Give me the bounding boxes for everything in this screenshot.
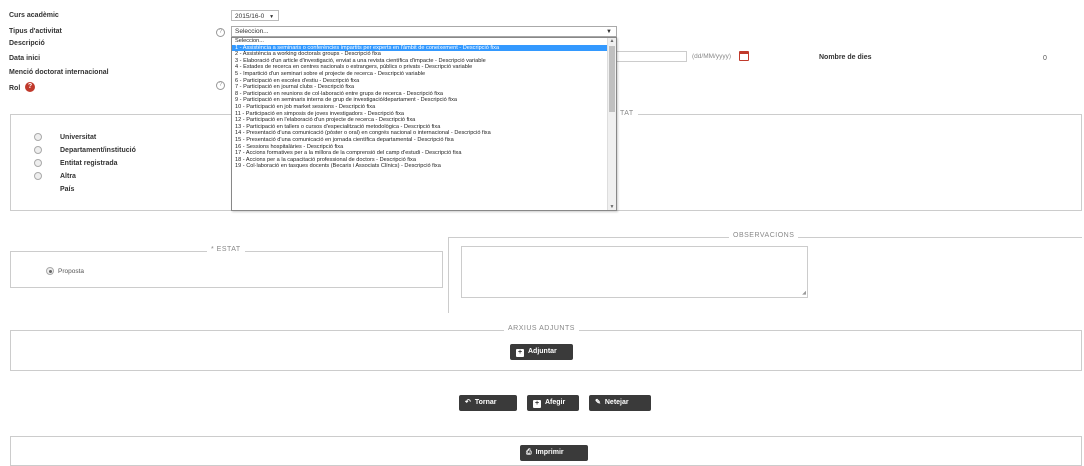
option-altra: Altra xyxy=(60,173,76,180)
date-format-hint: (dd/MM/yyyy) xyxy=(692,53,731,60)
radio-proposta[interactable] xyxy=(46,267,54,275)
mencio-label: Menció doctorat internacional xyxy=(9,69,109,76)
dropdown-option[interactable]: 9 - Participació en seminaris interns de… xyxy=(232,97,616,104)
dropdown-option[interactable]: 17 - Accions formatives per a la millora… xyxy=(232,150,616,157)
dropdown-option[interactable]: 13 - Participació en tallers o cursos d'… xyxy=(232,124,616,131)
scrollbar[interactable]: ▲ ▼ xyxy=(607,38,616,210)
dropdown-option[interactable]: 6 - Participació en escoles d'estiu - De… xyxy=(232,78,616,85)
printer-icon: ⎙ xyxy=(526,449,532,456)
afegir-button[interactable]: + Afegir xyxy=(527,395,579,411)
nombre-dies-value: 0 xyxy=(1043,55,1047,62)
resize-grip-icon[interactable]: ◢ xyxy=(802,290,806,296)
tipus-value: Seleccion... xyxy=(235,28,269,35)
plus-icon: + xyxy=(516,349,524,357)
data-inici-label: Data inici xyxy=(9,55,41,62)
entitat-legend: TAT xyxy=(616,110,638,117)
tornar-label: Tornar xyxy=(474,399,497,406)
adjuntar-button[interactable]: + Adjuntar xyxy=(510,344,573,360)
help-icon[interactable]: ? xyxy=(216,81,225,90)
rol-label: Rol xyxy=(9,85,21,92)
option-departament: Departament/institució xyxy=(60,147,136,154)
dropdown-option[interactable]: 8 - Participació en reunions de col·labo… xyxy=(232,91,616,98)
observacions-legend: OBSERVACIONS xyxy=(729,232,799,239)
netejar-button[interactable]: ✎ Netejar xyxy=(589,395,651,411)
help-icon[interactable]: ? xyxy=(216,28,225,37)
estat-legend: * ESTAT xyxy=(207,246,245,253)
dropdown-option[interactable]: 15 - Presentació d'una comunicació en jo… xyxy=(232,137,616,144)
descripcio-label: Descripció xyxy=(9,40,45,47)
pais-label: País xyxy=(60,186,75,193)
dropdown-option[interactable]: 1 - Assistència a seminaris o conferènci… xyxy=(232,44,616,52)
observacions-textarea[interactable]: ◢ xyxy=(461,246,808,298)
scroll-up-icon[interactable]: ▲ xyxy=(609,38,615,44)
info-icon[interactable]: ? xyxy=(25,82,35,92)
netejar-label: Netejar xyxy=(604,399,629,406)
tornar-button[interactable]: ↶ Tornar xyxy=(459,395,517,411)
scrollbar-thumb[interactable] xyxy=(609,46,615,112)
imprimir-label: Imprimir xyxy=(535,449,564,456)
dropdown-option[interactable]: 7 - Participació en journal clubs - Desc… xyxy=(232,84,616,91)
calendar-icon[interactable] xyxy=(739,51,749,61)
curs-label: Curs acadèmic xyxy=(9,12,59,19)
curs-value: 2015/16-0 xyxy=(235,13,265,20)
eraser-icon: ✎ xyxy=(595,399,601,406)
data-inici-input[interactable] xyxy=(617,51,687,62)
curs-select[interactable]: 2015/16-0 ▼ xyxy=(231,10,279,21)
dropdown-option[interactable]: Seleccion... xyxy=(232,38,616,45)
dropdown-option[interactable]: 10 - Participació en job market sessions… xyxy=(232,104,616,111)
scroll-down-icon[interactable]: ▼ xyxy=(609,204,615,210)
dropdown-option[interactable]: 16 - Sessions hospitalàries - Descripció… xyxy=(232,144,616,151)
dropdown-option[interactable]: 3 - Elaboració d'un article d'investigac… xyxy=(232,58,616,65)
dropdown-option[interactable]: 18 - Accions per a la capacitació profes… xyxy=(232,157,616,164)
chevron-down-icon: ▼ xyxy=(606,29,612,35)
dropdown-option[interactable]: 2 - Assistència a working doctorals grou… xyxy=(232,51,616,58)
dropdown-option[interactable]: 12 - Participació en l'elaboració d'un p… xyxy=(232,117,616,124)
afegir-label: Afegir xyxy=(545,399,566,406)
dropdown-option[interactable]: 5 - Impartició d'un seminari sobre el pr… xyxy=(232,71,616,78)
radio-departament[interactable] xyxy=(34,146,42,154)
option-universitat: Universitat xyxy=(60,134,97,141)
chevron-down-icon: ▼ xyxy=(269,14,275,20)
radio-altra[interactable] xyxy=(34,172,42,180)
tipus-label: Tipus d'activitat xyxy=(9,28,62,35)
plus-icon: + xyxy=(533,400,541,408)
adjuntar-label: Adjuntar xyxy=(528,348,557,355)
tipus-dropdown-list[interactable]: Seleccion... 1 - Assistència a seminaris … xyxy=(231,37,617,211)
back-arrow-icon: ↶ xyxy=(465,399,471,406)
dropdown-option[interactable]: 19 - Col·laboració en tasques docents (B… xyxy=(232,163,616,170)
option-entitat-registrada: Entitat registrada xyxy=(60,160,118,167)
dropdown-option[interactable]: 4 - Estades de recerca en centres nacion… xyxy=(232,64,616,71)
option-proposta: Proposta xyxy=(58,268,85,275)
dropdown-option[interactable]: 14 - Presentació d'una comunicació (pòst… xyxy=(232,130,616,137)
nombre-dies-label: Nombre de dies xyxy=(819,54,872,61)
arxius-legend: ARXIUS ADJUNTS xyxy=(504,325,579,332)
imprimir-button[interactable]: ⎙ Imprimir xyxy=(520,445,588,461)
tipus-select[interactable]: Seleccion... ▼ xyxy=(231,26,617,37)
dropdown-option[interactable]: 11 - Participació en simposis de joves i… xyxy=(232,111,616,118)
radio-entitat-registrada[interactable] xyxy=(34,159,42,167)
radio-universitat[interactable] xyxy=(34,133,42,141)
